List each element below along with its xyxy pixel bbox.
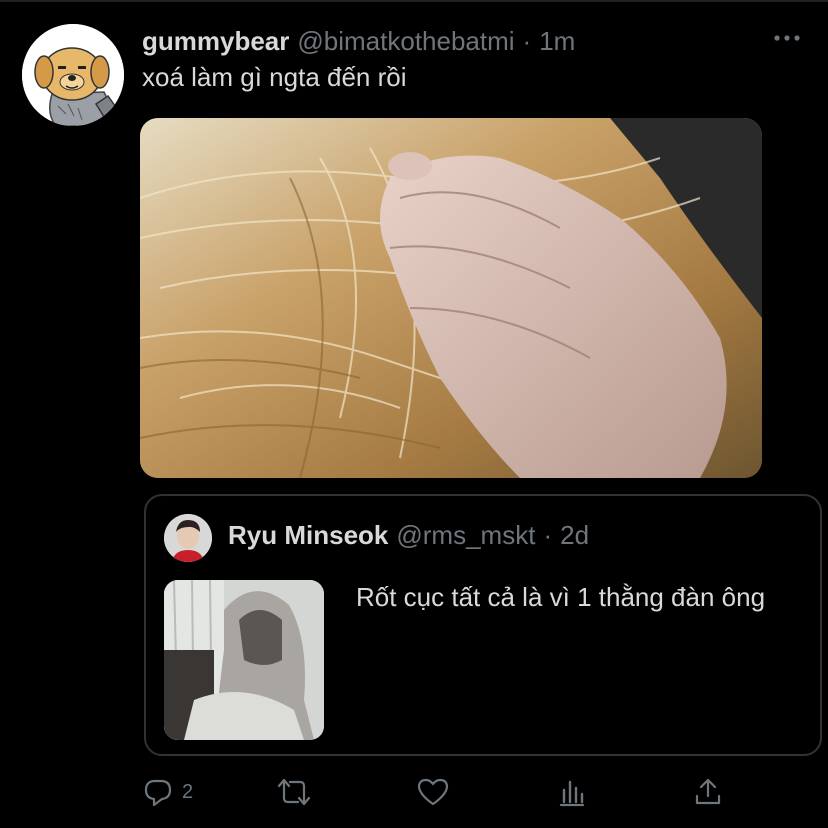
like-button[interactable]	[416, 772, 450, 812]
reply-icon	[144, 779, 172, 807]
quoted-tweet-text: Rốt cục tất cả là vì 1 thằng đàn ông	[356, 582, 766, 612]
more-icon[interactable]	[772, 28, 802, 48]
retweet-button[interactable]	[276, 772, 312, 812]
share-icon	[695, 778, 721, 805]
quoted-author-display-name[interactable]: Ryu Minseok	[228, 520, 388, 551]
retweet-icon	[277, 778, 311, 806]
tweet-header: gummybear @bimatkothebatmi · 1m	[142, 26, 575, 60]
quoted-author-avatar[interactable]	[164, 514, 212, 562]
analytics-icon	[559, 780, 585, 807]
analytics-button[interactable]	[556, 772, 588, 812]
quoted-tweet-header: Ryu Minseok @rms_mskt · 2d	[228, 520, 589, 551]
tweet-timestamp[interactable]: 1m	[539, 26, 575, 57]
hooded-figure-photo	[164, 580, 324, 740]
separator-dot: ·	[522, 26, 532, 56]
quoted-separator-dot: ·	[543, 520, 553, 550]
quoted-tweet-timestamp[interactable]: 2d	[560, 520, 589, 551]
tweet-text: xoá làm gì ngta đến rồi	[142, 62, 407, 92]
tweet[interactable]: gummybear @bimatkothebatmi · 1m xoá làm …	[0, 0, 828, 828]
author-handle[interactable]: @bimatkothebatmi	[297, 26, 514, 57]
tweet-image[interactable]	[140, 118, 762, 478]
heart-icon	[417, 778, 449, 806]
tweet-actions: 2	[140, 772, 780, 812]
author-avatar[interactable]	[22, 24, 124, 126]
reply-count: 2	[182, 780, 194, 803]
share-button[interactable]	[692, 772, 724, 812]
quoted-tweet[interactable]: Ryu Minseok @rms_mskt · 2d Rốt cục tất c…	[144, 494, 822, 756]
user-avatar-icon	[164, 514, 212, 562]
hand-in-blonde-hair-photo	[140, 118, 762, 478]
quoted-tweet-image[interactable]	[164, 580, 324, 740]
reply-button[interactable]: 2	[142, 772, 193, 812]
quoted-author-handle[interactable]: @rms_mskt	[396, 520, 535, 551]
dog-avatar-icon	[22, 24, 124, 126]
author-display-name[interactable]: gummybear	[142, 26, 289, 57]
